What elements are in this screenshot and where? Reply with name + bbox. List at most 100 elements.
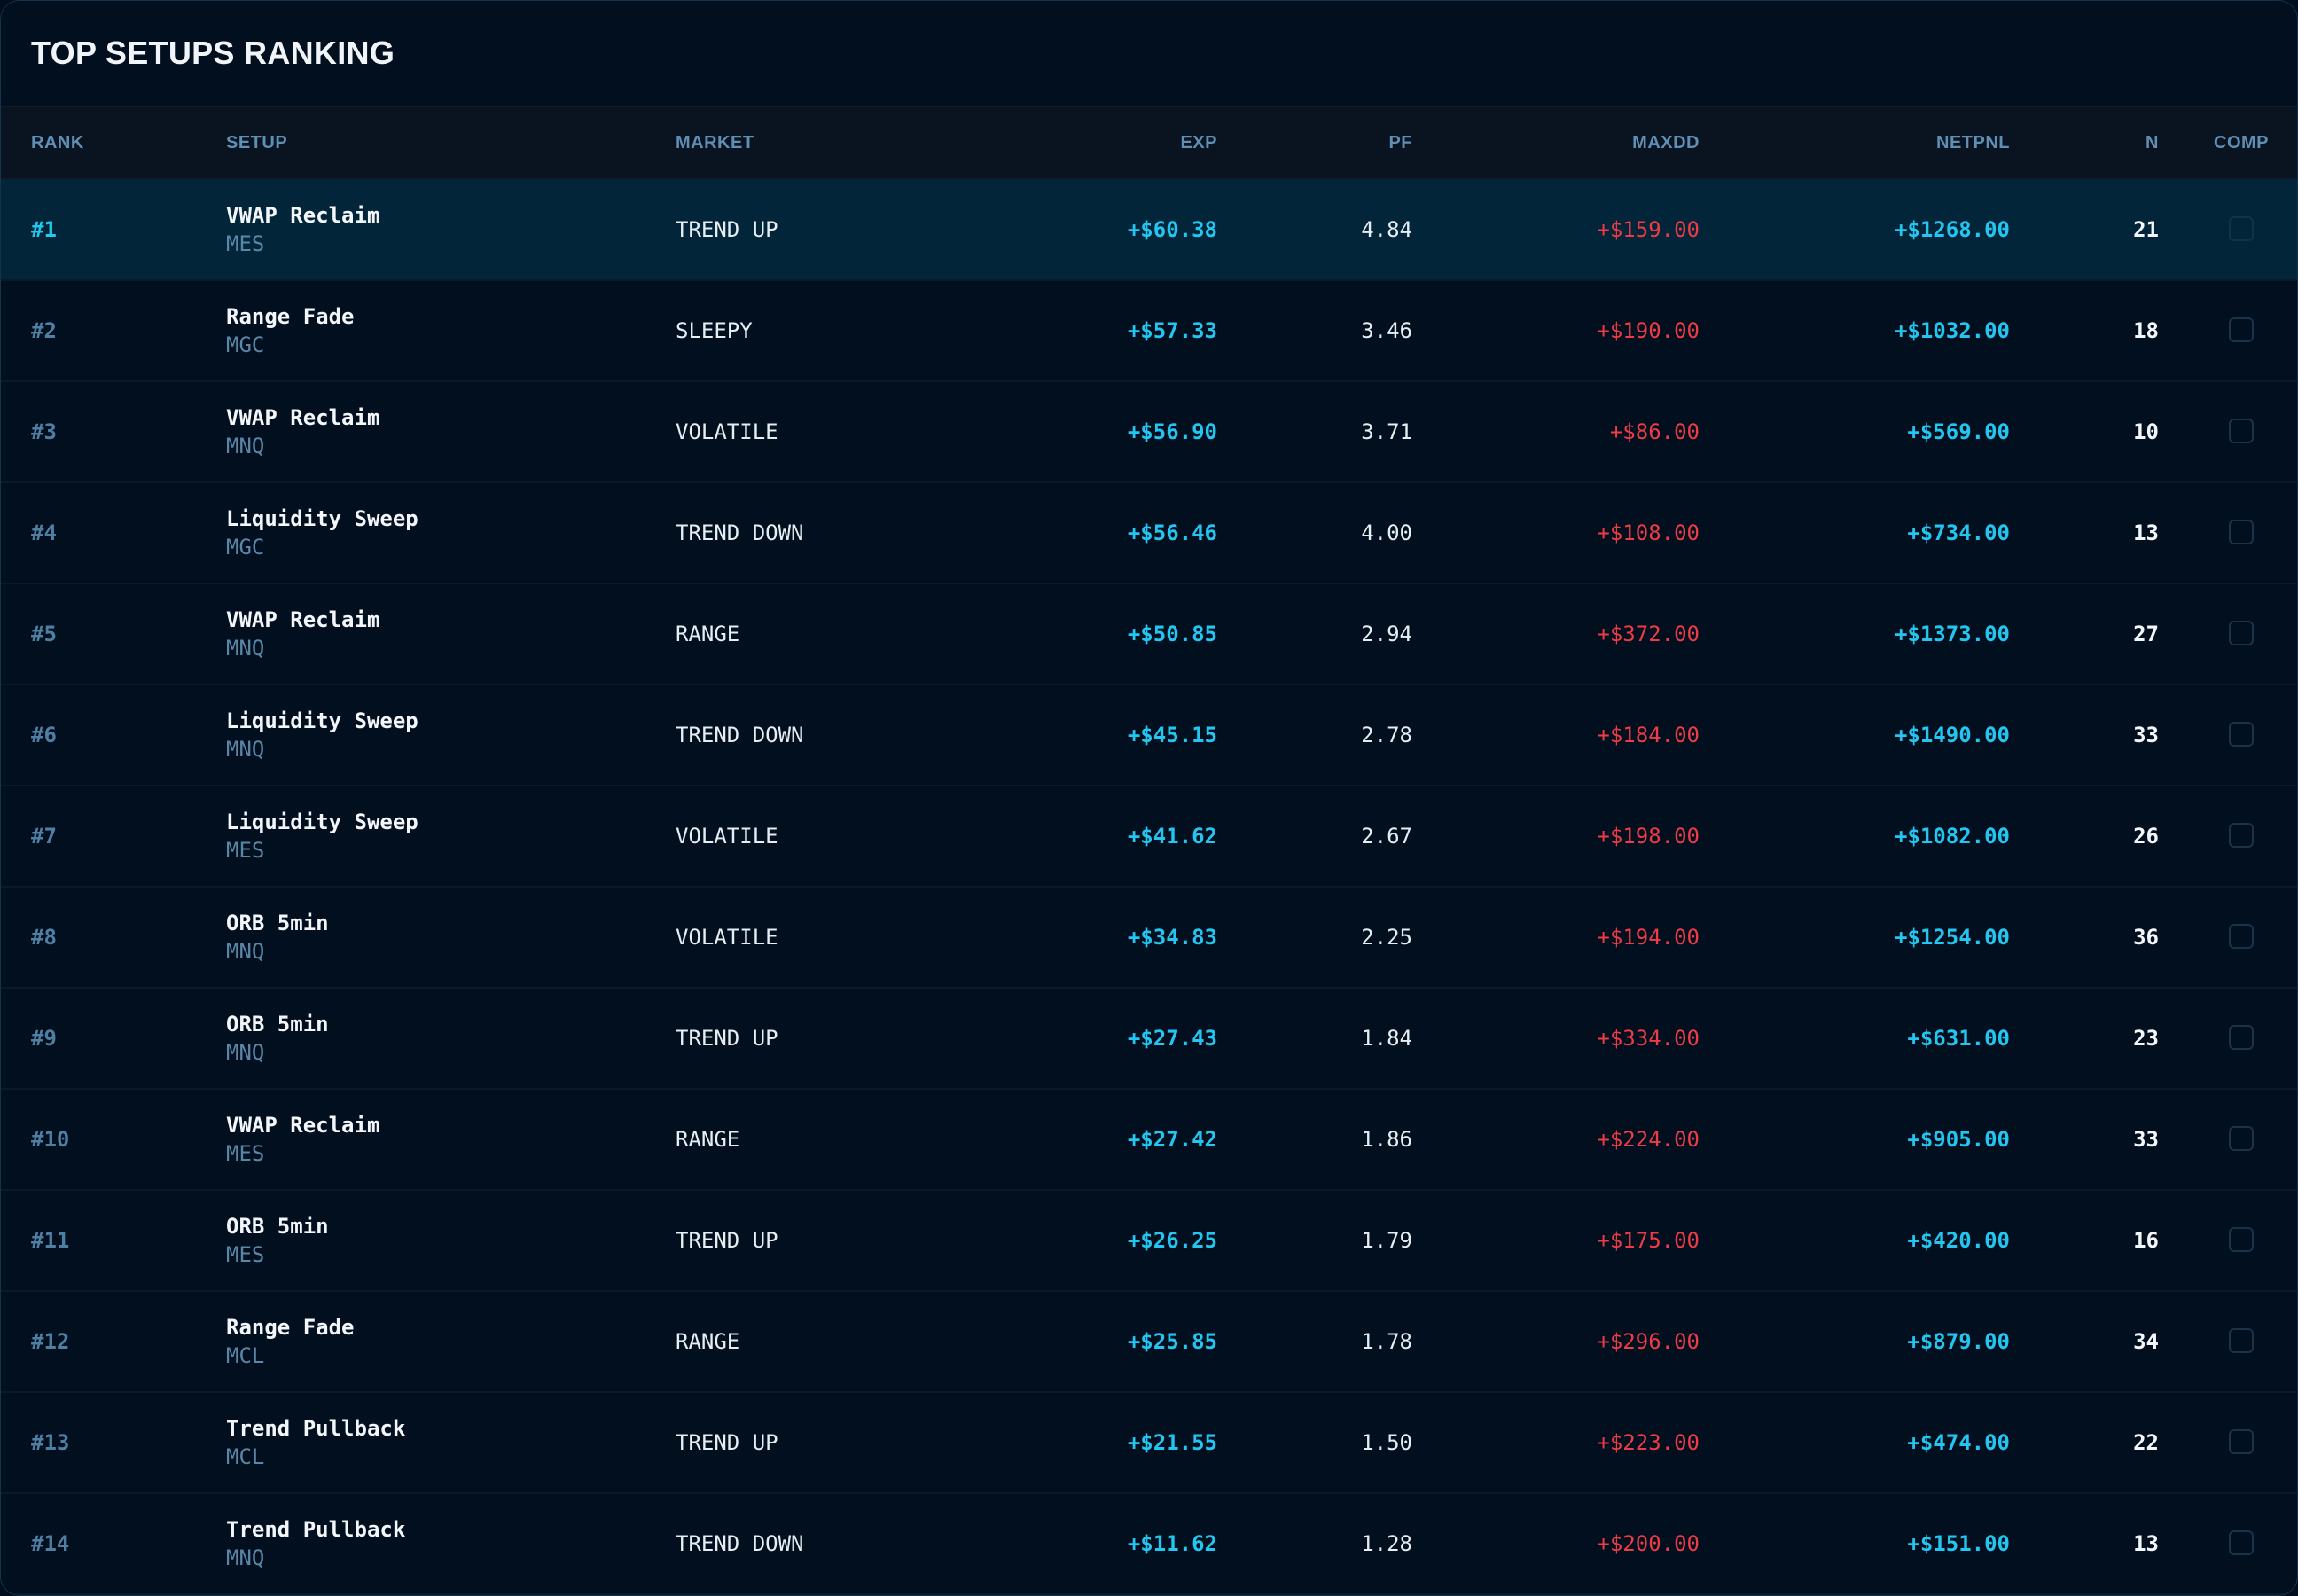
netpnl-cell: +$905.00 <box>1907 1127 2010 1152</box>
column-header-market[interactable]: MARKET <box>676 107 754 178</box>
compare-checkbox[interactable] <box>2229 1429 2254 1454</box>
maxdd-cell: +$372.00 <box>1597 622 1700 646</box>
rank-cell: #12 <box>31 1329 70 1354</box>
compare-checkbox[interactable] <box>2229 924 2254 949</box>
market-cell: TREND UP <box>676 1228 778 1253</box>
panel-title: TOP SETUPS RANKING <box>31 35 395 71</box>
setup-cell: ORB 5min MNQ <box>226 888 329 987</box>
maxdd-cell: +$194.00 <box>1597 925 1700 950</box>
setup-symbol: MNQ <box>226 434 265 458</box>
market-cell: TREND UP <box>676 1430 778 1455</box>
compare-checkbox[interactable] <box>2229 1328 2254 1353</box>
top-setups-panel: TOP SETUPS RANKING RANK SETUP MARKET EXP… <box>0 0 2298 1596</box>
setup-cell: Liquidity Sweep MNQ <box>226 685 418 785</box>
rank-cell: #8 <box>31 925 57 950</box>
table-row[interactable]: #8 ORB 5min MNQ VOLATILE +$34.83 2.25 +$194.00… <box>1 888 2297 989</box>
market-cell: VOLATILE <box>676 419 778 444</box>
compare-checkbox[interactable] <box>2229 722 2254 747</box>
market-cell: TREND UP <box>676 217 778 242</box>
pf-cell: 2.78 <box>1361 723 1412 747</box>
table-row[interactable]: #1 VWAP Reclaim MES TREND UP +$60.38 4.84 +$15… <box>1 180 2297 281</box>
setup-symbol: MGC <box>226 535 265 559</box>
market-cell: TREND DOWN <box>676 723 804 747</box>
maxdd-cell: +$198.00 <box>1597 824 1700 849</box>
maxdd-cell: +$159.00 <box>1597 217 1700 242</box>
column-header-pf[interactable]: PF <box>1235 107 1412 178</box>
compare-checkbox[interactable] <box>2229 520 2254 544</box>
table-row[interactable]: #7 Liquidity Sweep MES VOLATILE +$41.62 2.67 +… <box>1 786 2297 888</box>
setup-name: Liquidity Sweep <box>226 708 418 733</box>
table-row[interactable]: #2 Range Fade MGC SLEEPY +$57.33 3.46 +$190.00… <box>1 281 2297 382</box>
compare-checkbox[interactable] <box>2229 317 2254 342</box>
exp-cell: +$11.62 <box>1127 1531 1217 1556</box>
compare-checkbox[interactable] <box>2229 419 2254 443</box>
rank-cell: #3 <box>31 419 57 444</box>
table-row[interactable]: #5 VWAP Reclaim MNQ RANGE +$50.85 2.94 +$372.0… <box>1 584 2297 685</box>
exp-cell: +$21.55 <box>1127 1430 1217 1455</box>
table-row[interactable]: #9 ORB 5min MNQ TREND UP +$27.43 1.84 +$334.00… <box>1 989 2297 1090</box>
pf-cell: 1.78 <box>1361 1329 1412 1354</box>
exp-cell: +$60.38 <box>1127 217 1217 242</box>
setup-name: Range Fade <box>226 304 355 329</box>
setup-symbol: MNQ <box>226 1040 265 1065</box>
compare-checkbox[interactable] <box>2229 1025 2254 1050</box>
setup-cell: Range Fade MGC <box>226 281 355 380</box>
n-cell: 33 <box>2133 723 2159 747</box>
table-row[interactable]: #4 Liquidity Sweep MGC TREND DOWN +$56.46 4.0… <box>1 483 2297 584</box>
maxdd-cell: +$296.00 <box>1597 1329 1700 1354</box>
n-cell: 22 <box>2133 1430 2159 1455</box>
exp-cell: +$26.25 <box>1127 1228 1217 1253</box>
exp-cell: +$27.43 <box>1127 1026 1217 1051</box>
compare-checkbox[interactable] <box>2229 823 2254 848</box>
table-row[interactable]: #11 ORB 5min MES TREND UP +$26.25 1.79 +$175.0… <box>1 1191 2297 1292</box>
table-row[interactable]: #14 Trend Pullback MNQ TREND DOWN +$11.62 1.2… <box>1 1494 2297 1595</box>
pf-cell: 4.84 <box>1361 217 1412 242</box>
setup-name: Range Fade <box>226 1315 355 1340</box>
exp-cell: +$45.15 <box>1127 723 1217 747</box>
market-cell: SLEEPY <box>676 318 753 343</box>
compare-checkbox[interactable] <box>2229 1530 2254 1555</box>
netpnl-cell: +$734.00 <box>1907 520 2010 545</box>
setup-name: VWAP Reclaim <box>226 405 380 430</box>
pf-cell: 1.86 <box>1361 1127 1412 1152</box>
column-header-maxdd[interactable]: MAXDD <box>1434 107 1700 178</box>
table-row[interactable]: #13 Trend Pullback MCL TREND UP +$21.55 1.50 +… <box>1 1393 2297 1494</box>
n-cell: 34 <box>2133 1329 2159 1354</box>
maxdd-cell: +$224.00 <box>1597 1127 1700 1152</box>
netpnl-cell: +$151.00 <box>1907 1531 2010 1556</box>
table-row[interactable]: #6 Liquidity Sweep MNQ TREND DOWN +$45.15 2.7… <box>1 685 2297 786</box>
pf-cell: 1.28 <box>1361 1531 1412 1556</box>
column-header-n[interactable]: N <box>2070 107 2159 178</box>
rank-cell: #2 <box>31 318 57 343</box>
table-row[interactable]: #12 Range Fade MCL RANGE +$25.85 1.78 +$296.00… <box>1 1292 2297 1393</box>
column-header-rank[interactable]: RANK <box>31 107 84 178</box>
netpnl-cell: +$1373.00 <box>1894 622 2010 646</box>
setup-symbol: MNQ <box>226 939 265 964</box>
table-row[interactable]: #3 VWAP Reclaim MNQ VOLATILE +$56.90 3.71 +$86… <box>1 382 2297 483</box>
compare-checkbox[interactable] <box>2229 1227 2254 1252</box>
setup-name: ORB 5min <box>226 911 329 935</box>
netpnl-cell: +$1490.00 <box>1894 723 2010 747</box>
setup-name: VWAP Reclaim <box>226 607 380 632</box>
table-row[interactable]: #10 VWAP Reclaim MES RANGE +$27.42 1.86 +$224.… <box>1 1090 2297 1191</box>
table-body: #1 VWAP Reclaim MES TREND UP +$60.38 4.84 +$15… <box>1 180 2297 1595</box>
maxdd-cell: +$190.00 <box>1597 318 1700 343</box>
compare-checkbox[interactable] <box>2229 621 2254 645</box>
column-header-exp[interactable]: EXP <box>1040 107 1217 178</box>
setup-cell: Range Fade MCL <box>226 1292 355 1391</box>
rank-cell: #14 <box>31 1531 70 1556</box>
setup-cell: VWAP Reclaim MNQ <box>226 382 379 481</box>
netpnl-cell: +$420.00 <box>1907 1228 2010 1253</box>
rank-cell: #5 <box>31 622 57 646</box>
compare-checkbox[interactable] <box>2229 1126 2254 1151</box>
market-cell: RANGE <box>676 622 740 646</box>
column-header-setup[interactable]: SETUP <box>226 107 287 178</box>
exp-cell: +$25.85 <box>1127 1329 1217 1354</box>
n-cell: 16 <box>2133 1228 2159 1253</box>
column-header-netpnl[interactable]: NETPNL <box>1744 107 2010 178</box>
compare-checkbox[interactable] <box>2229 216 2254 241</box>
exp-cell: +$56.90 <box>1127 419 1217 444</box>
setup-symbol: MES <box>226 1242 265 1267</box>
maxdd-cell: +$223.00 <box>1597 1430 1700 1455</box>
setup-cell: Liquidity Sweep MES <box>226 786 418 886</box>
